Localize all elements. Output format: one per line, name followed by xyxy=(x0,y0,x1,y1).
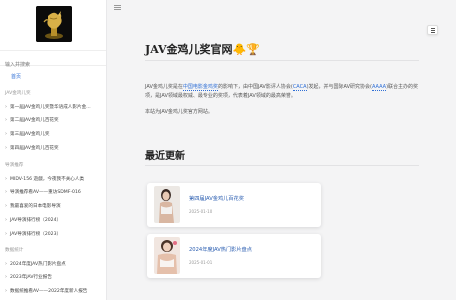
post-date: 2025-01-01 xyxy=(189,260,213,265)
site-logo[interactable] xyxy=(36,6,72,42)
nav-item[interactable]: › 导演推荐看AV——重访SDMF-016 xyxy=(0,188,106,197)
nav-item[interactable]: › JAV导演排行榜（2024） xyxy=(0,216,106,225)
title-divider xyxy=(145,60,419,61)
link-golden-rooster[interactable]: 中国电影金鸡奖 xyxy=(182,84,218,91)
post-thumbnail xyxy=(154,237,180,274)
site-note: 本站为JAV金鸡儿奖官方网站。 xyxy=(145,109,213,115)
nav-section-title: 导演推荐 xyxy=(5,163,24,168)
main-content: JAV金鸡儿奖官网🐥🏆 JAV金鸡儿奖是在中国电影金鸡奖的影响下，由中国JAV影… xyxy=(107,0,456,300)
nav-item[interactable]: › 2023年JAV行业报告 xyxy=(0,273,106,282)
post-thumbnail xyxy=(154,186,180,223)
nav-item[interactable]: › 2024年度JAV热门影片盘点 xyxy=(0,260,106,269)
nav-item[interactable]: › 我最喜爱的日本电影导演 xyxy=(0,202,106,211)
post-date: 2025-01-10 xyxy=(189,209,213,214)
recent-heading: 最近更新 xyxy=(145,151,185,162)
nav-home-link[interactable]: 首页 xyxy=(0,72,106,82)
recent-divider xyxy=(145,165,419,166)
search-input[interactable] xyxy=(0,58,106,72)
post-title[interactable]: 第四届JAV金鸡儿百花奖 xyxy=(189,195,244,202)
link-aaaa[interactable]: AAAA xyxy=(372,84,387,91)
nav-item[interactable]: › JAV导演排行榜（2023） xyxy=(0,230,106,239)
nav-item[interactable]: › 第二届JAV金鸡儿百花奖 xyxy=(0,116,106,125)
nav-item[interactable]: › 第四届JAV金鸡儿百花奖 xyxy=(0,144,106,153)
nav-item[interactable]: › 第一届JAV金鸡儿奖暨华语成人影片金… xyxy=(0,103,106,112)
nav-item[interactable]: › 数据统推看AV——2022年度新人报告 xyxy=(0,287,106,296)
page-title: JAV金鸡儿奖官网🐥🏆 xyxy=(145,43,260,56)
link-caca[interactable]: CACA xyxy=(292,84,307,91)
nav-item[interactable]: › 第三届JAV金鸡儿奖 xyxy=(0,130,106,139)
golden-rooster-trophy-logo xyxy=(36,6,72,42)
nav-section-title: 数据统计 xyxy=(5,248,24,253)
post-card[interactable]: 2024年度JAV热门影片盘点 2025-01-01 xyxy=(147,234,321,278)
post-card[interactable]: 第四届JAV金鸡儿百花奖 2025-01-10 xyxy=(147,183,321,227)
nav-item[interactable]: › MIDV-156 遊戯，今夜我不关心人类 xyxy=(0,175,106,184)
sidebar-search[interactable] xyxy=(0,50,106,72)
intro-paragraph: JAV金鸡儿奖是在中国电影金鸡奖的影响下，由中国JAV影评人协会(CACA)发起… xyxy=(145,84,419,99)
post-title[interactable]: 2024年度JAV热门影片盘点 xyxy=(189,246,252,253)
sidebar: 首页 JAV金鸡儿奖 ›第一届JAV金鸡儿奖暨华语成人影片金… ›第二届JAV金… xyxy=(0,0,107,300)
nav-section-title: JAV金鸡儿奖 xyxy=(5,91,31,96)
